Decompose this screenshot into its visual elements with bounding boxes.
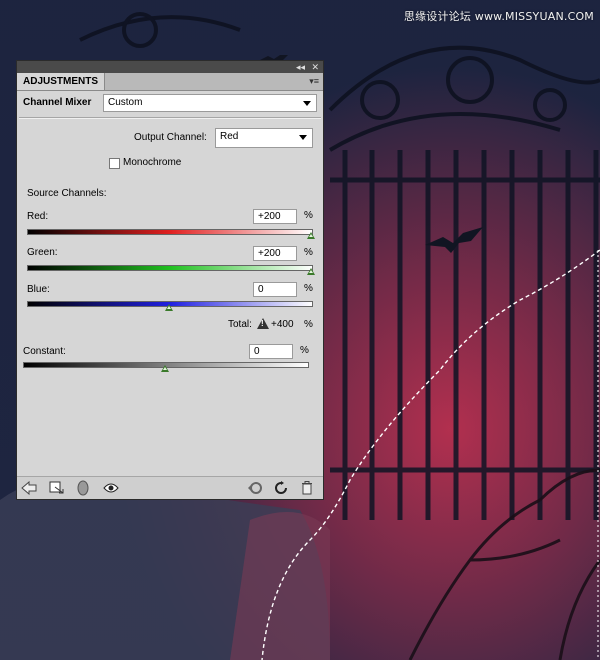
preset-select[interactable]: Custom <box>103 94 317 112</box>
eye-icon[interactable] <box>103 480 119 496</box>
view-previous-icon[interactable] <box>247 480 263 496</box>
constant-percent-unit: % <box>300 345 309 356</box>
adjustment-name: Channel Mixer <box>23 97 92 108</box>
green-slider-track[interactable] <box>27 265 313 271</box>
channel-label-blue: Blue: <box>27 284 50 295</box>
close-icon[interactable]: ✕ <box>311 61 319 73</box>
total-label: Total: <box>228 319 252 330</box>
source-channels-label: Source Channels: <box>27 188 107 199</box>
output-channel-label: Output Channel: <box>134 132 207 143</box>
adjustments-panel: ◂◂ ✕ ADJUSTMENTS ▾≡ Channel Mixer Custom… <box>16 60 324 500</box>
output-channel-select[interactable]: Red <box>215 128 313 148</box>
monochrome-label: Monochrome <box>123 157 182 168</box>
tab-adjustments[interactable]: ADJUSTMENTS <box>17 73 106 90</box>
chevron-down-icon <box>303 101 311 106</box>
trash-icon[interactable] <box>299 480 315 496</box>
output-channel-value: Red <box>220 131 239 142</box>
green-slider-thumb[interactable] <box>307 268 315 275</box>
warning-icon <box>257 318 269 329</box>
header-divider <box>19 117 321 119</box>
reset-icon[interactable] <box>273 480 289 496</box>
panel-footer <box>17 476 323 499</box>
red-slider-track[interactable] <box>27 229 313 235</box>
green-percent-unit: % <box>304 247 313 258</box>
back-arrow-icon[interactable] <box>21 480 37 496</box>
watermark-text: 思缘设计论坛 www.MISSYUAN.COM <box>403 10 594 23</box>
green-value-input[interactable]: +200 <box>253 246 297 261</box>
blue-percent-unit: % <box>304 283 313 294</box>
blue-value-input[interactable]: 0 <box>253 282 297 297</box>
total-percent-unit: % <box>304 319 313 330</box>
red-percent-unit: % <box>304 210 313 221</box>
collapse-icon[interactable]: ◂◂ <box>296 61 305 73</box>
constant-label: Constant: <box>23 346 66 357</box>
panel-menu-icon[interactable]: ▾≡ <box>309 76 319 87</box>
channel-label-red: Red: <box>27 211 49 222</box>
total-value: +400 <box>271 319 294 330</box>
clip-to-layer-icon[interactable] <box>49 480 65 496</box>
red-slider-thumb[interactable] <box>307 232 315 239</box>
preset-value: Custom <box>108 97 143 108</box>
chevron-down-icon <box>299 135 307 140</box>
constant-value-input[interactable]: 0 <box>249 344 293 359</box>
constant-slider-thumb[interactable] <box>161 365 169 372</box>
blue-slider-thumb[interactable] <box>165 304 173 311</box>
red-value-input[interactable]: +200 <box>253 209 297 224</box>
panel-tab-row: ADJUSTMENTS ▾≡ <box>17 73 323 91</box>
channel-label-green: Green: <box>27 247 58 258</box>
layer-visibility-mask-icon[interactable] <box>75 480 91 496</box>
monochrome-checkbox[interactable] <box>109 158 120 169</box>
